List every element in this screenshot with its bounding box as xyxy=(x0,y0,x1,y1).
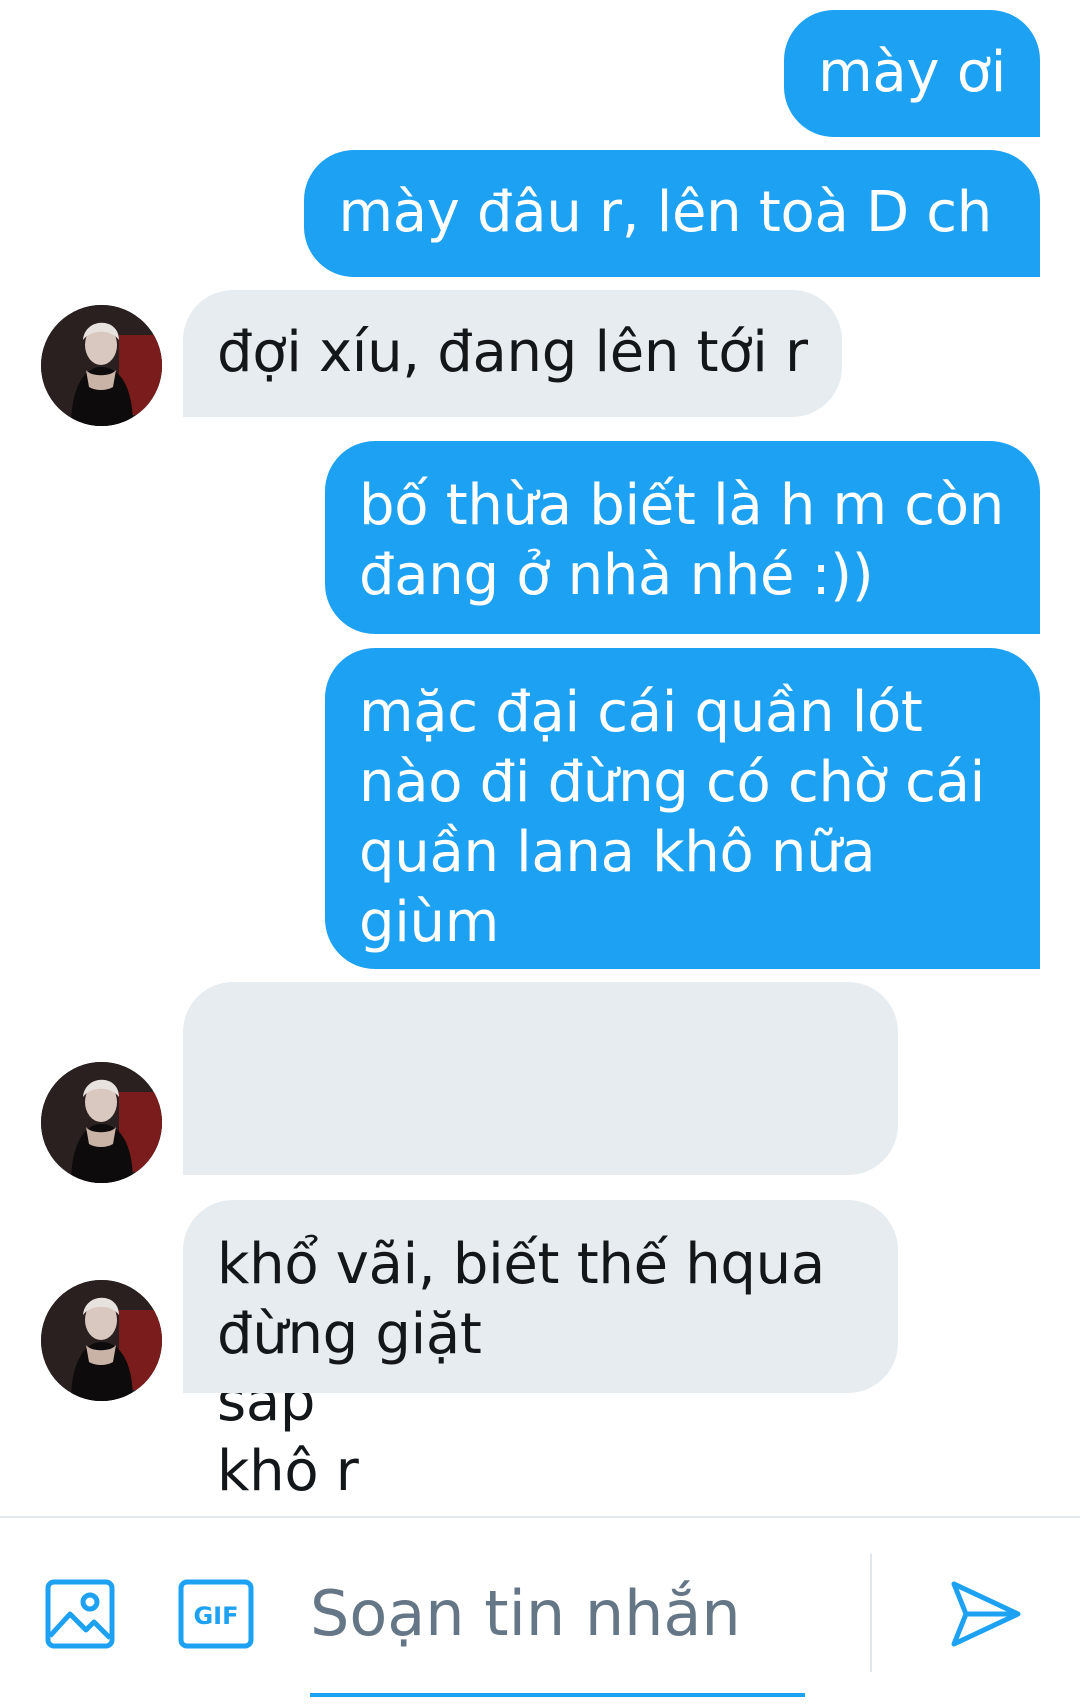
message-input[interactable] xyxy=(310,1558,805,1668)
message-incoming[interactable]: chờ tý đi, t hong sắp khô r xyxy=(183,982,898,1504)
svg-text:GIF: GIF xyxy=(193,1602,238,1630)
avatar[interactable] xyxy=(41,1062,162,1183)
image-icon xyxy=(45,1579,115,1649)
message-outgoing[interactable]: bố thừa biết là h m còn đang ở nhà nhé :… xyxy=(325,441,1040,634)
message-incoming[interactable]: đợi xíu, đang lên tới r xyxy=(183,290,842,417)
send-button[interactable] xyxy=(948,1576,1024,1652)
gif-icon: GIF xyxy=(178,1579,254,1649)
message-composer: GIF xyxy=(0,1516,1080,1706)
message-outgoing[interactable]: mày đâu r, lên toà D ch xyxy=(304,150,1040,277)
avatar-photo xyxy=(41,1062,162,1183)
avatar[interactable] xyxy=(41,305,162,426)
crying-cat-face-icon xyxy=(287,1082,357,1288)
input-underline xyxy=(310,1693,805,1697)
message-incoming[interactable]: khổ vãi, biết thế hqua đừng giặt xyxy=(183,1200,898,1393)
send-icon xyxy=(951,1581,1021,1647)
avatar-photo xyxy=(41,305,162,426)
avatar[interactable] xyxy=(41,1280,162,1401)
message-outgoing[interactable]: mặc đại cái quần lót nào đi đừng có chờ … xyxy=(325,648,1040,969)
avatar-photo xyxy=(41,1280,162,1401)
divider xyxy=(870,1554,872,1672)
add-media-button[interactable] xyxy=(44,1578,116,1650)
message-outgoing[interactable]: mày ơi xyxy=(784,10,1040,137)
add-gif-button[interactable]: GIF xyxy=(177,1578,255,1650)
